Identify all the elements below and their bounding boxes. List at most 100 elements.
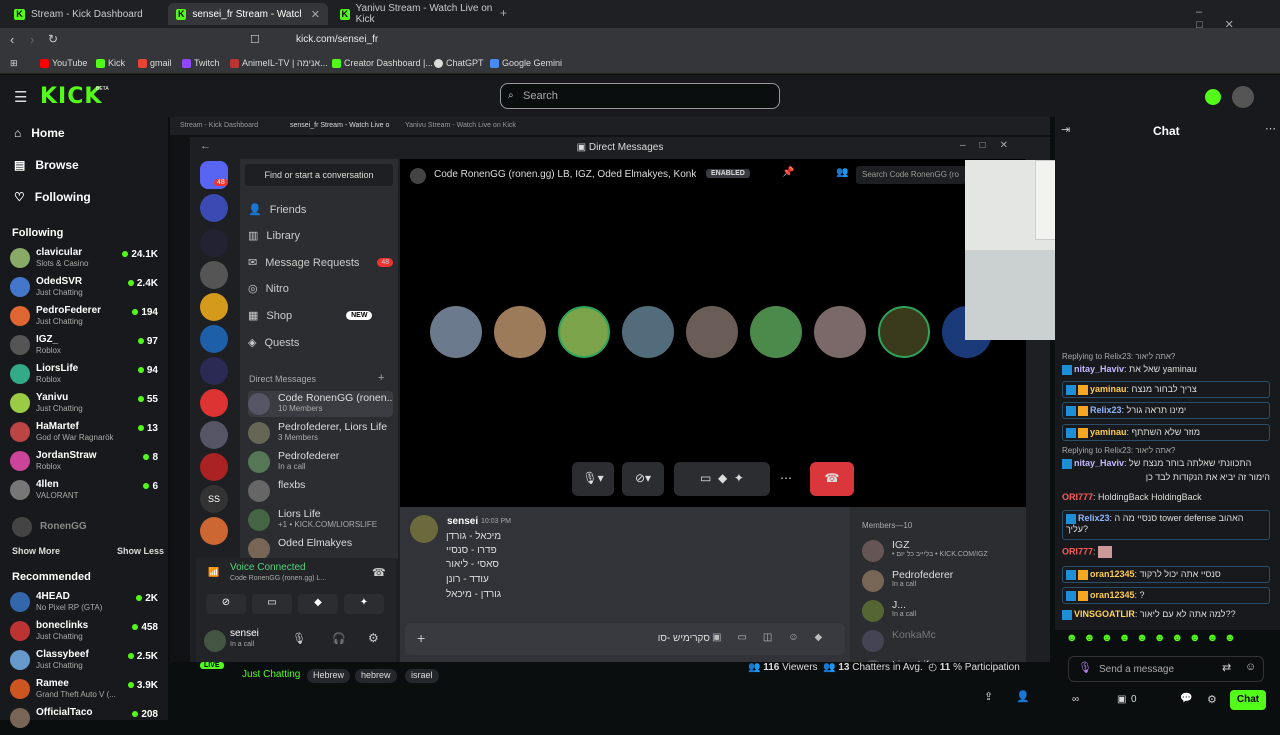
- more-icon[interactable]: ⋯: [1265, 122, 1276, 135]
- dm-item[interactable]: Pedrofederer, Liors Life 3 Members: [248, 420, 393, 446]
- server-icon[interactable]: [200, 293, 228, 321]
- recommended-item[interactable]: Ramee Grand Theft Auto V (... 3.9K: [10, 676, 162, 706]
- bookmark-twitch[interactable]: Twitch: [182, 58, 220, 68]
- following-item[interactable]: LiorsLife Roblox 94: [10, 361, 162, 391]
- back-icon[interactable]: ‹: [10, 32, 14, 47]
- stream-category[interactable]: Just Chatting: [242, 669, 300, 680]
- server-icon[interactable]: [200, 389, 228, 417]
- server-icon[interactable]: [200, 325, 228, 353]
- bookmark-creator-dashboard[interactable]: Creator Dashboard |...: [332, 58, 433, 68]
- member-item[interactable]: Pedrofederer In a call: [862, 568, 1022, 592]
- member-item[interactable]: IGZ • בליייב כל יום • KICK.COM/IGZ: [862, 538, 1022, 562]
- chat-message[interactable]: ORI777: HoldingBack HoldingBack: [1062, 492, 1270, 502]
- chat-message[interactable]: Relix23: סנסיי מה ה tower defense האהוב …: [1062, 510, 1270, 540]
- server-icon[interactable]: [200, 357, 228, 385]
- stream-tag[interactable]: hebrew: [355, 669, 397, 683]
- server-icon[interactable]: SS: [200, 485, 228, 513]
- window-controls[interactable]: –□✕: [960, 140, 1022, 151]
- url-field[interactable]: kick.com/sensei_fr: [270, 31, 990, 49]
- recommended-item[interactable]: boneclinks Just Chatting 458: [10, 618, 162, 648]
- apps-icon[interactable]: ⊞: [10, 58, 18, 69]
- bookmark-icon[interactable]: ☐: [250, 33, 260, 46]
- chat-send-button[interactable]: Chat: [1230, 690, 1266, 710]
- more-icon[interactable]: ⋯: [772, 462, 800, 496]
- server-icon[interactable]: [200, 194, 228, 222]
- member-item[interactable]: J... In a call: [862, 598, 1022, 622]
- forward-icon[interactable]: ›: [30, 32, 34, 47]
- kick-logo[interactable]: KICK: [40, 84, 102, 109]
- nav-shop[interactable]: ▦ Shop NEW: [248, 309, 373, 322]
- kick-points-icon[interactable]: [1205, 89, 1221, 105]
- nav-following[interactable]: ♡ Following: [14, 190, 91, 204]
- recommended-item[interactable]: OfficialTaco 208: [10, 705, 162, 735]
- nav-friends[interactable]: 👤 Friends: [248, 203, 306, 217]
- following-item[interactable]: 4llen VALORANT 6: [10, 477, 162, 507]
- activities-button[interactable]: ◆: [298, 594, 338, 614]
- participant-avatar[interactable]: [430, 306, 482, 358]
- member-item[interactable]: KonkaMc: [862, 628, 1022, 652]
- chat-message[interactable]: oran12345: סנסיי אתה יכול לרקוד: [1062, 566, 1270, 583]
- following-item[interactable]: JordanStraw Roblox 8: [10, 448, 162, 478]
- server-icon[interactable]: [200, 453, 228, 481]
- nav-library[interactable]: ▥ Library: [248, 229, 300, 243]
- add-dm-icon[interactable]: +: [378, 372, 384, 384]
- dm-item[interactable]: flexbs: [248, 478, 393, 504]
- input-tools-icons[interactable]: ▣▭◫☺◆: [712, 632, 838, 643]
- nav-quests[interactable]: ◈ Quests: [248, 336, 299, 350]
- back-icon[interactable]: ←: [200, 140, 211, 152]
- server-icon[interactable]: [200, 517, 228, 545]
- camera-off-button[interactable]: ⊘: [206, 594, 246, 614]
- attach-icon[interactable]: +: [417, 630, 425, 646]
- translate-icon[interactable]: ⇄: [1222, 661, 1231, 674]
- participant-avatar[interactable]: [494, 306, 546, 358]
- chat-message[interactable]: yaminau: צריך לבחור מנצח: [1062, 381, 1270, 398]
- recommended-item[interactable]: Classybeef Just Chatting 2.5K: [10, 647, 162, 677]
- reload-icon[interactable]: ↻: [48, 32, 58, 46]
- following-item[interactable]: OdedSVR Just Chatting 2.4K: [10, 274, 162, 304]
- screen-share-button[interactable]: ▭: [252, 594, 292, 614]
- bookmark-animeil[interactable]: AnimeIL-TV | אנימה...: [230, 58, 328, 68]
- participant-avatar[interactable]: [750, 306, 802, 358]
- voice-channel[interactable]: Code RonenGG (ronen.gg) L...: [230, 575, 326, 582]
- microphone-button[interactable]: 🎙▾: [572, 462, 614, 496]
- dm-item[interactable]: Code RonenGG (ronen... 10 Members: [248, 391, 393, 417]
- offline-follow[interactable]: RonenGG: [12, 517, 87, 537]
- participant-avatar[interactable]: [878, 306, 930, 358]
- bookmark-kick[interactable]: Kick: [96, 58, 125, 68]
- nav-home[interactable]: ⌂ Home: [14, 126, 65, 140]
- collapse-chat-icon[interactable]: ⇥: [1061, 123, 1070, 136]
- nav-browse[interactable]: ▤ Browse: [14, 158, 79, 172]
- chat-message[interactable]: nitay_Haviv: שאל את yaminau: [1062, 364, 1270, 375]
- chat-input[interactable]: Send a message: [1068, 656, 1264, 682]
- emoji-icon[interactable]: ☺: [1245, 661, 1256, 673]
- share-controls[interactable]: ▭ ◆ ✦: [674, 462, 770, 496]
- chat-message[interactable]: VINSGOATLIR: למה אתה לא עם ליאור??: [1062, 609, 1270, 620]
- bookmark-chatgpt[interactable]: ChatGPT: [434, 58, 484, 68]
- hang-up-button[interactable]: ☎: [810, 462, 854, 496]
- avatar[interactable]: [1232, 86, 1254, 108]
- bookmark-gmail[interactable]: gmail: [138, 58, 172, 68]
- show-less-button[interactable]: Show Less: [117, 546, 164, 556]
- microphone-icon[interactable]: 🎙: [292, 632, 306, 645]
- recommended-item[interactable]: 4HEAD No Pixel RP (GTA) 2K: [10, 589, 162, 619]
- share-icon[interactable]: ⇪: [984, 690, 993, 703]
- browser-tab-active[interactable]: Ksensei_fr Stream - Watch Live o✕: [168, 3, 328, 25]
- add-user-icon[interactable]: 👥: [836, 167, 848, 178]
- following-item[interactable]: IGZ_ Roblox 97: [10, 332, 162, 362]
- participant-avatar[interactable]: [622, 306, 674, 358]
- browser-tab[interactable]: K Stream - Kick Dashboard: [6, 3, 164, 25]
- gift-icon[interactable]: ▣: [1117, 694, 1126, 705]
- browser-tab[interactable]: K Yanivu Stream - Watch Live on Kick: [332, 3, 502, 25]
- menu-icon[interactable]: ☰: [14, 88, 27, 106]
- emote-bar[interactable]: ☻☻☻☻☻☻☻☻☻☻: [1066, 632, 1266, 648]
- chat-message[interactable]: Relix23: ימינו תראה גורל: [1062, 402, 1270, 419]
- following-item[interactable]: HaMartef God of War Ragnarök 13: [10, 419, 162, 449]
- dm-item[interactable]: Liors Life +1 • KICK.COM/LIORSLIFE: [248, 507, 393, 533]
- participant-avatar[interactable]: [814, 306, 866, 358]
- chat-message[interactable]: yaminau: מוזר שלא השתתף: [1062, 424, 1270, 441]
- nav-message-requests[interactable]: ✉ Message Requests 48: [248, 256, 394, 269]
- new-tab-icon[interactable]: +: [500, 6, 507, 20]
- chat-message[interactable]: ORI777:: [1062, 546, 1270, 558]
- headphones-icon[interactable]: 🎧: [332, 632, 346, 645]
- search-input[interactable]: Search Code RonenGG (ro: [856, 166, 966, 184]
